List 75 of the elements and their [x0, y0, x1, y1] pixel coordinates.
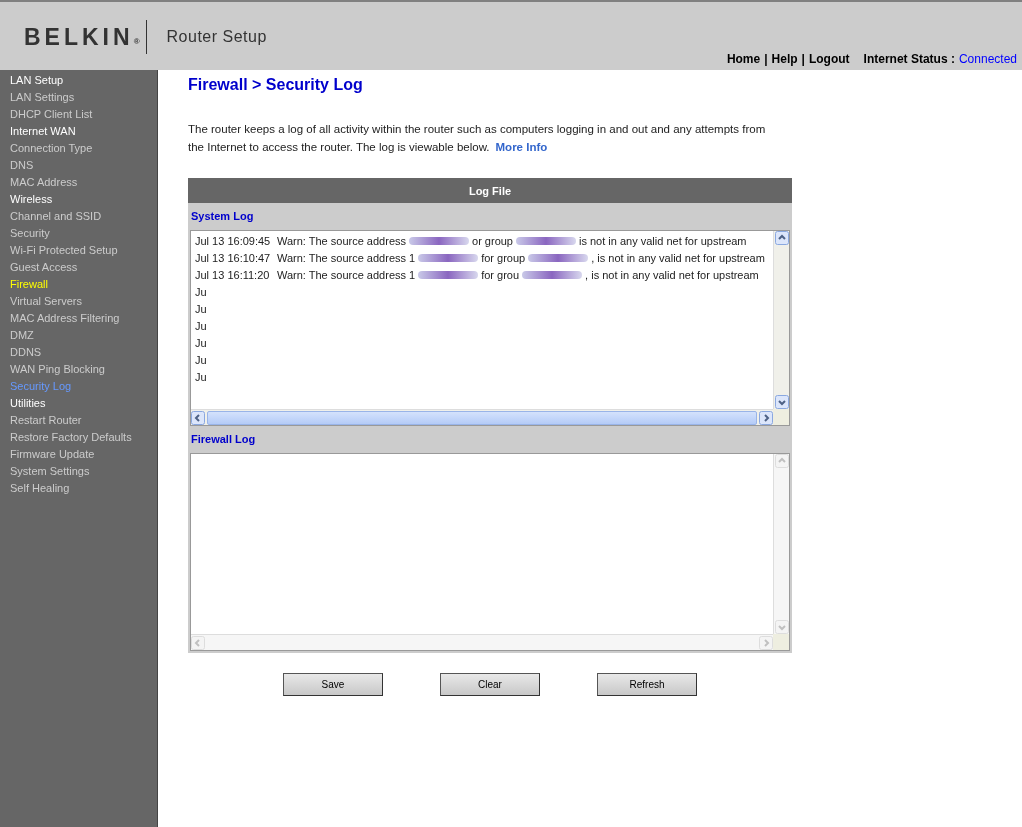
log-message: Warn: The source address 1: [277, 268, 416, 283]
sidebar-item[interactable]: Wi-Fi Protected Setup: [10, 242, 157, 259]
sidebar-item[interactable]: Virtual Servers: [10, 293, 157, 310]
sidebar-item[interactable]: Security Log: [10, 378, 157, 395]
action-button[interactable]: Refresh: [597, 673, 697, 696]
log-message: for grou: [481, 268, 520, 283]
panel-header: Log File: [188, 178, 792, 203]
redaction-mark: [418, 254, 479, 262]
sidebar-item[interactable]: WAN Ping Blocking: [10, 361, 157, 378]
vertical-scrollbar[interactable]: [773, 231, 789, 409]
sidebar-item[interactable]: Restore Factory Defaults: [10, 429, 157, 446]
log-text-area[interactable]: [190, 230, 790, 426]
log-time: Ju: [195, 319, 208, 334]
sidebar-section[interactable]: LAN Setup: [10, 72, 157, 89]
header-link[interactable]: Help: [771, 52, 798, 66]
sidebar-item[interactable]: Guest Access: [10, 259, 157, 276]
log-time: Ju: [195, 285, 208, 300]
redaction-mark: [522, 271, 583, 279]
sidebar-item[interactable]: MAC Address: [10, 174, 157, 191]
header-link[interactable]: Logout: [808, 52, 850, 66]
sidebar-item[interactable]: Restart Router: [10, 412, 157, 429]
app-title: Router Setup: [166, 28, 267, 46]
log-message: Warn: The source address 1: [277, 251, 416, 266]
sidebar-item[interactable]: Self Healing: [10, 480, 157, 497]
sidebar-section[interactable]: Firewall: [10, 276, 157, 293]
log-time: Ju: [195, 370, 208, 385]
sidebar-item[interactable]: DHCP Client List: [10, 106, 157, 123]
description: The router keeps a log of all activity within the router such as computers logging in and out and any attempts from the Internet to access the router. The log is viewable below. More Info: [188, 122, 767, 155]
section-label: System Log: [190, 209, 255, 224]
scroll-down-icon[interactable]: [774, 395, 789, 409]
sidebar-item[interactable]: DNS: [10, 157, 157, 174]
log-time: Jul 13 16:10:47: [195, 251, 272, 266]
link-separator: |: [764, 52, 768, 66]
sidebar-item[interactable]: DMZ: [10, 327, 157, 344]
log-message: is not in any valid net for upstream: [579, 234, 747, 249]
scrollbar-corner: [773, 634, 789, 650]
status-label: Internet Status :: [863, 52, 955, 66]
redaction-mark: [409, 237, 469, 245]
status-value: Connected: [958, 52, 1017, 66]
log-time: Jul 13 16:11:20: [195, 268, 271, 283]
more-info-link[interactable]: More Info: [495, 141, 548, 153]
redaction-mark: [516, 237, 576, 245]
sidebar-item[interactable]: DDNS: [10, 344, 157, 361]
sidebar-item[interactable]: LAN Settings: [10, 89, 157, 106]
log-message: or group: [472, 234, 513, 249]
sidebar-item[interactable]: Connection Type: [10, 140, 157, 157]
log-time: Ju: [195, 302, 208, 317]
log-time: Ju: [195, 353, 208, 368]
log-message: for group: [481, 251, 526, 266]
redaction-mark: [418, 271, 479, 279]
log-message: , is not in any valid net for upstream: [591, 251, 765, 266]
section-label: Firewall Log: [190, 432, 257, 447]
action-button[interactable]: Clear: [440, 673, 540, 696]
brand-logo: BELKIN®: [24, 20, 147, 54]
sidebar-section[interactable]: Internet WAN: [10, 123, 157, 140]
page-title: Firewall > Security Log: [188, 76, 364, 94]
scrollbar-corner: [773, 409, 789, 425]
link-separator: |: [801, 52, 805, 66]
sidebar-section[interactable]: Utilities: [10, 395, 157, 412]
log-time: Jul 13 16:09:45: [195, 234, 272, 249]
scroll-up-icon[interactable]: [774, 231, 789, 245]
log-message: Warn: The source address: [277, 234, 406, 249]
log-message: , is not in any valid net for upstream: [585, 268, 759, 283]
redaction-mark: [528, 254, 589, 262]
sidebar-item[interactable]: MAC Address Filtering: [10, 310, 157, 327]
sidebar-item[interactable]: System Settings: [10, 463, 157, 480]
log-time: Ju: [195, 336, 208, 351]
sidebar-item[interactable]: Firmware Update: [10, 446, 157, 463]
sidebar-item[interactable]: Security: [10, 225, 157, 242]
action-button[interactable]: Save: [283, 673, 383, 696]
sidebar-item[interactable]: Channel and SSID: [10, 208, 157, 225]
sidebar-section[interactable]: Wireless: [10, 191, 157, 208]
header-link[interactable]: Home: [726, 52, 761, 66]
scroll-left-icon[interactable]: [191, 410, 205, 425]
scroll-right-icon[interactable]: [759, 410, 773, 425]
